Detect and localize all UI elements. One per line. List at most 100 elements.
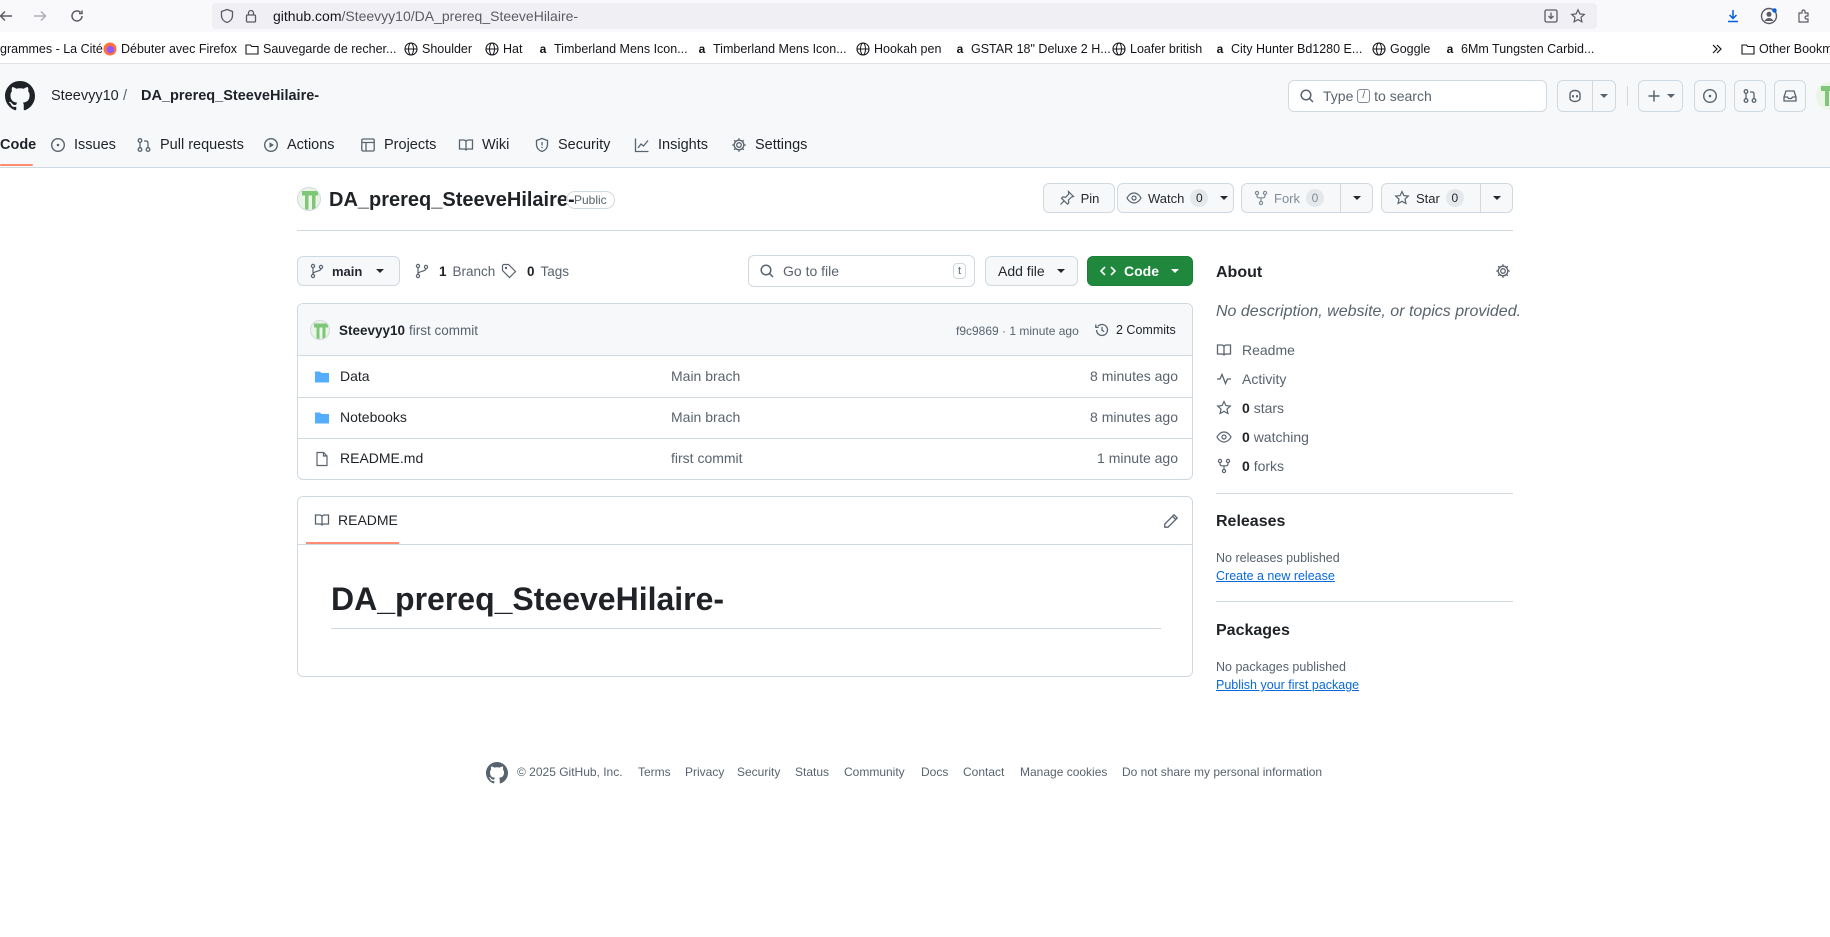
reload-icon[interactable] (66, 5, 88, 27)
file-name[interactable]: Data (340, 368, 370, 384)
commit-author-avatar[interactable] (310, 320, 330, 340)
copilot-dropdown-button[interactable] (1592, 80, 1616, 112)
footer-link-contact[interactable]: Contact (963, 765, 1004, 779)
bookmark-item[interactable]: Hookah pen (856, 37, 941, 61)
bookmark-label: Timberland Mens Icon... (713, 42, 847, 56)
bookmark-star-icon[interactable] (1569, 7, 1587, 25)
branch-select-button[interactable]: main (297, 256, 400, 286)
other-bookmarks[interactable]: Other Bookm (1741, 37, 1830, 61)
tab-pull-requests[interactable]: Pull requests (136, 130, 244, 160)
bookmark-item[interactable]: Goggle (1372, 37, 1430, 61)
create-release-link[interactable]: Create a new release (1216, 569, 1335, 583)
bookmark-label: 6Mm Tungsten Carbid... (1461, 42, 1595, 56)
footer-link-manage-cookies[interactable]: Manage cookies (1020, 765, 1107, 779)
bookmark-item[interactable]: a GSTAR 18" Deluxe 2 H... (953, 37, 1111, 61)
branches-link[interactable]: 1 Branch (415, 263, 495, 279)
tab-insights[interactable]: Insights (634, 130, 708, 160)
pull-requests-button[interactable] (1734, 80, 1766, 112)
commit-message[interactable]: first commit (409, 323, 478, 338)
github-mark-icon[interactable] (486, 762, 508, 784)
issues-button[interactable] (1694, 80, 1726, 112)
tags-link[interactable]: 0 Tags (501, 263, 569, 279)
footer-link-terms[interactable]: Terms (638, 765, 671, 779)
downloads-icon[interactable] (1722, 5, 1744, 27)
file-commit-message[interactable]: first commit (671, 450, 743, 466)
bookmark-item[interactable]: Shoulder (404, 37, 472, 61)
tab-issues[interactable]: Issues (50, 130, 116, 160)
add-file-button[interactable]: Add file (985, 256, 1078, 286)
releases-title[interactable]: Releases (1216, 513, 1285, 531)
footer-link-do-not-share[interactable]: Do not share my personal information (1122, 765, 1322, 779)
inbox-button[interactable] (1774, 80, 1806, 112)
bookmark-item[interactable]: Loafer british (1112, 37, 1202, 61)
about-description: No description, website, or topics provi… (1216, 303, 1522, 320)
edit-pencil-icon[interactable] (1163, 513, 1179, 529)
github-logo-icon[interactable] (5, 81, 35, 111)
url-text[interactable]: github.com/Steevyy10/DA_prereq_SteeveHil… (273, 8, 578, 24)
globe-icon (485, 42, 499, 56)
copilot-button[interactable] (1557, 80, 1592, 112)
tab-settings[interactable]: Settings (731, 130, 807, 160)
shield-icon[interactable] (218, 7, 236, 25)
bookmark-item[interactable]: Hat (485, 37, 522, 61)
file-commit-message[interactable]: Main brach (671, 368, 740, 384)
lock-icon[interactable] (242, 7, 260, 25)
breadcrumb-repo[interactable]: DA_prereq_SteeveHilaire- (141, 88, 319, 104)
packages-title[interactable]: Packages (1216, 622, 1290, 640)
file-row[interactable]: README.md first commit 1 minute ago (298, 439, 1192, 479)
fork-dropdown-button[interactable] (1340, 183, 1373, 213)
bookmark-item[interactable]: Sauvegarde de recher... (245, 37, 396, 61)
commit-meta[interactable]: f9c9869 · 1 minute ago (956, 324, 1079, 338)
gear-icon[interactable] (1495, 263, 1511, 279)
file-commit-message[interactable]: Main brach (671, 409, 740, 425)
file-row[interactable]: Data Main brach 8 minutes ago (298, 357, 1192, 398)
create-new-button[interactable] (1638, 80, 1683, 112)
bookmark-item[interactable]: a 6Mm Tungsten Carbid... (1443, 37, 1595, 61)
commit-author[interactable]: Steevyy10 (339, 323, 405, 338)
bookmark-item[interactable]: a City Hunter Bd1280 E... (1213, 37, 1363, 61)
tab-actions[interactable]: Actions (263, 130, 335, 160)
commits-history-link[interactable]: 2 Commits (1094, 322, 1176, 338)
file-name[interactable]: Notebooks (340, 409, 407, 425)
repo-title[interactable]: DA_prereq_SteeveHilaire- (329, 189, 575, 212)
file-row[interactable]: Notebooks Main brach 8 minutes ago (298, 398, 1192, 439)
about-activity-link[interactable]: Activity (1216, 371, 1286, 387)
bookmarks-overflow-chevron-icon[interactable] (1710, 37, 1724, 61)
footer-link-community[interactable]: Community (844, 765, 905, 779)
account-icon[interactable] (1758, 5, 1780, 27)
fork-button[interactable]: Fork 0 (1241, 183, 1341, 213)
tab-wiki[interactable]: Wiki (458, 130, 509, 160)
breadcrumb-owner[interactable]: Steevyy10 (51, 88, 119, 104)
url-bar[interactable]: github.com/Steevyy10/DA_prereq_SteeveHil… (212, 3, 1597, 29)
about-stars-link[interactable]: 0 stars (1216, 400, 1284, 416)
back-arrow-icon[interactable] (0, 5, 17, 27)
go-to-file-input[interactable]: Go to file t (748, 255, 975, 287)
star-dropdown-button[interactable] (1480, 183, 1513, 213)
save-to-pocket-icon[interactable] (1542, 7, 1560, 25)
watch-button[interactable]: Watch 0 (1117, 183, 1234, 213)
footer-link-security[interactable]: Security (737, 765, 780, 779)
bookmark-item[interactable]: Débuter avec Firefox (103, 37, 237, 61)
forward-arrow-icon[interactable] (29, 5, 51, 27)
tab-projects[interactable]: Projects (360, 130, 436, 160)
readme-tab[interactable]: README (314, 512, 398, 528)
file-name[interactable]: README.md (340, 450, 423, 466)
search-input[interactable]: Type / to search (1288, 80, 1547, 112)
bookmark-item[interactable]: a Timberland Mens Icon... (695, 37, 847, 61)
about-watching-link[interactable]: 0 watching (1216, 429, 1309, 445)
pin-button[interactable]: Pin (1043, 183, 1115, 213)
code-button[interactable]: Code (1087, 256, 1193, 286)
repo-owner-avatar[interactable] (297, 187, 321, 211)
publish-package-link[interactable]: Publish your first package (1216, 678, 1359, 692)
bookmark-item[interactable]: a Timberland Mens Icon... (536, 37, 688, 61)
about-readme-link[interactable]: Readme (1216, 342, 1295, 358)
star-button[interactable]: Star 0 (1381, 183, 1481, 213)
about-forks-link[interactable]: 0 forks (1216, 458, 1284, 474)
bookmark-item[interactable]: grammes - La Cité (0, 37, 103, 61)
extensions-icon[interactable] (1793, 5, 1815, 27)
tab-code[interactable]: Code (0, 130, 36, 160)
footer-link-status[interactable]: Status (795, 765, 829, 779)
footer-link-docs[interactable]: Docs (921, 765, 948, 779)
footer-link-privacy[interactable]: Privacy (685, 765, 724, 779)
tab-security[interactable]: Security (534, 130, 610, 160)
